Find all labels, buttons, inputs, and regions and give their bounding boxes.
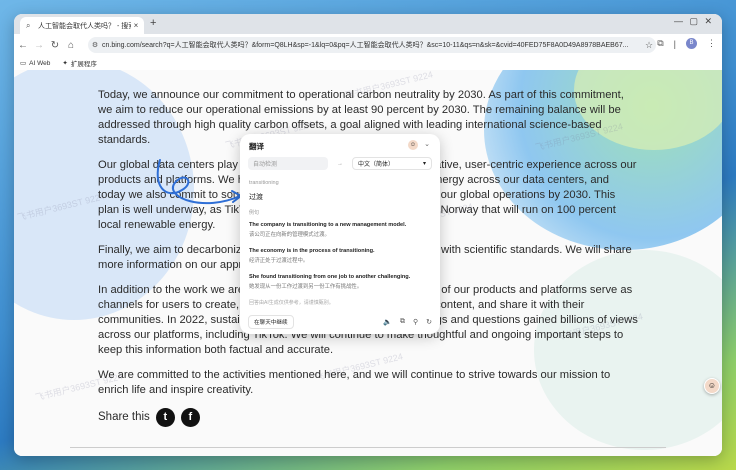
- target-language-label: 中文（简体）: [358, 162, 395, 168]
- chevron-down-icon: ▾: [422, 161, 426, 167]
- address-bar[interactable]: ⚙ cn.bing.com/search?q=人工智能会取代人类吗？&form=…: [88, 37, 656, 53]
- language-selector: 自动检测 → 中文（简体） ▾: [248, 157, 432, 170]
- bookmark-extensions[interactable]: ✦ 扩展程序: [62, 58, 96, 68]
- extensions-icon[interactable]: ⧉: [657, 38, 663, 49]
- example-item: The company is transitioning to a new ma…: [249, 222, 433, 238]
- popup-actions: 🔈 ⧉ ⚲ ↻: [383, 318, 432, 326]
- continue-in-chat-button[interactable]: 在聊天中继续: [248, 315, 294, 329]
- example-en: The economy is in the process of transit…: [249, 248, 375, 254]
- avatar-icon[interactable]: ☺: [408, 140, 418, 150]
- share-row: Share this t f: [98, 408, 638, 427]
- paragraph: We are committed to the activities menti…: [98, 369, 611, 396]
- reload-icon[interactable]: ↻: [48, 40, 62, 51]
- example-zh: 她发现从一份工作过渡到另一份工作有挑战性。: [249, 284, 363, 290]
- bookmark-label: AI Web: [29, 59, 51, 67]
- popup-title: 翻译: [249, 142, 264, 151]
- translation-popup: 翻译 ☺ ⌄ 自动检测 → 中文（简体） ▾ transitioning 过渡 …: [240, 134, 440, 334]
- bookmark-star-icon[interactable]: ☆: [642, 40, 656, 51]
- back-icon[interactable]: ←: [16, 40, 30, 51]
- source-word: transitioning: [249, 180, 279, 186]
- pin-icon[interactable]: ⚲: [413, 318, 418, 326]
- toolbar-right: ⧉ | B ⋮: [657, 38, 716, 49]
- twitter-icon[interactable]: t: [155, 408, 175, 427]
- example-item: She found transitioning from one job to …: [249, 274, 433, 290]
- source-language[interactable]: 自动检测: [248, 157, 328, 170]
- example-zh: 该公司正在向新的管理模式过渡。: [249, 232, 330, 238]
- puzzle-icon: ✦: [62, 60, 68, 67]
- assistant-avatar-icon[interactable]: ☺: [704, 378, 720, 394]
- example-item: The economy is in the process of transit…: [249, 248, 433, 264]
- bookmark-label: 扩展程序: [70, 61, 97, 68]
- bookmarks-bar: ▭ AI Web ✦ 扩展程序: [14, 56, 722, 71]
- example-zh: 经济正处于过渡过程中。: [249, 258, 309, 264]
- window-controls[interactable]: — ▢ ✕: [674, 16, 714, 27]
- tab-bar: ⌕ 人工智能会取代人类吗？ - 搜索 × + — ▢ ✕: [14, 14, 722, 34]
- profile-avatar[interactable]: B: [686, 38, 697, 49]
- separator: |: [673, 38, 676, 49]
- popup-footer: 在聊天中继续 🔈 ⧉ ⚲ ↻: [248, 315, 432, 329]
- facebook-icon[interactable]: f: [180, 408, 200, 427]
- close-tab-icon[interactable]: ×: [131, 21, 141, 30]
- browser-toolbar: ← → ↻ ⌂ ⚙ cn.bing.com/search?q=人工智能会取代人类…: [14, 34, 722, 56]
- arrow-right-icon: →: [337, 160, 343, 167]
- ai-disclaimer: 回答由AI生成仅供参考，请谨慎甄别。: [249, 300, 334, 306]
- share-label: Share this: [98, 411, 150, 423]
- bookmark-ai-web[interactable]: ▭ AI Web: [20, 59, 51, 68]
- footer-divider: [70, 447, 666, 448]
- home-icon[interactable]: ⌂: [64, 40, 78, 51]
- chevron-down-icon[interactable]: ⌄: [424, 140, 430, 148]
- menu-icon[interactable]: ⋮: [707, 38, 716, 49]
- example-en: She found transitioning from one job to …: [249, 274, 411, 280]
- speaker-icon[interactable]: 🔈: [383, 318, 392, 326]
- new-tab-button[interactable]: +: [150, 17, 156, 29]
- folder-icon: ▭: [20, 60, 27, 67]
- translation-result: 过渡: [249, 194, 263, 201]
- copy-icon[interactable]: ⧉: [400, 318, 405, 326]
- refresh-icon[interactable]: ↻: [426, 318, 432, 326]
- url-text[interactable]: cn.bing.com/search?q=人工智能会取代人类吗？&form=Q8…: [102, 40, 642, 50]
- examples-label: 例句: [249, 210, 260, 216]
- example-en: The company is transitioning to a new ma…: [249, 222, 407, 228]
- forward-icon[interactable]: →: [32, 40, 46, 51]
- site-info-icon[interactable]: ⚙: [88, 41, 102, 49]
- tab-title: 人工智能会取代人类吗？ - 搜索: [38, 22, 131, 30]
- browser-tab[interactable]: ⌕ 人工智能会取代人类吗？ - 搜索 ×: [20, 17, 144, 34]
- annotation-arrow: [156, 159, 243, 205]
- browser-window: ⌕ 人工智能会取代人类吗？ - 搜索 × + — ▢ ✕ ← → ↻ ⌂ ⚙ c…: [14, 14, 722, 456]
- target-language-select[interactable]: 中文（简体） ▾: [352, 157, 432, 170]
- search-icon: ⌕: [26, 20, 31, 30]
